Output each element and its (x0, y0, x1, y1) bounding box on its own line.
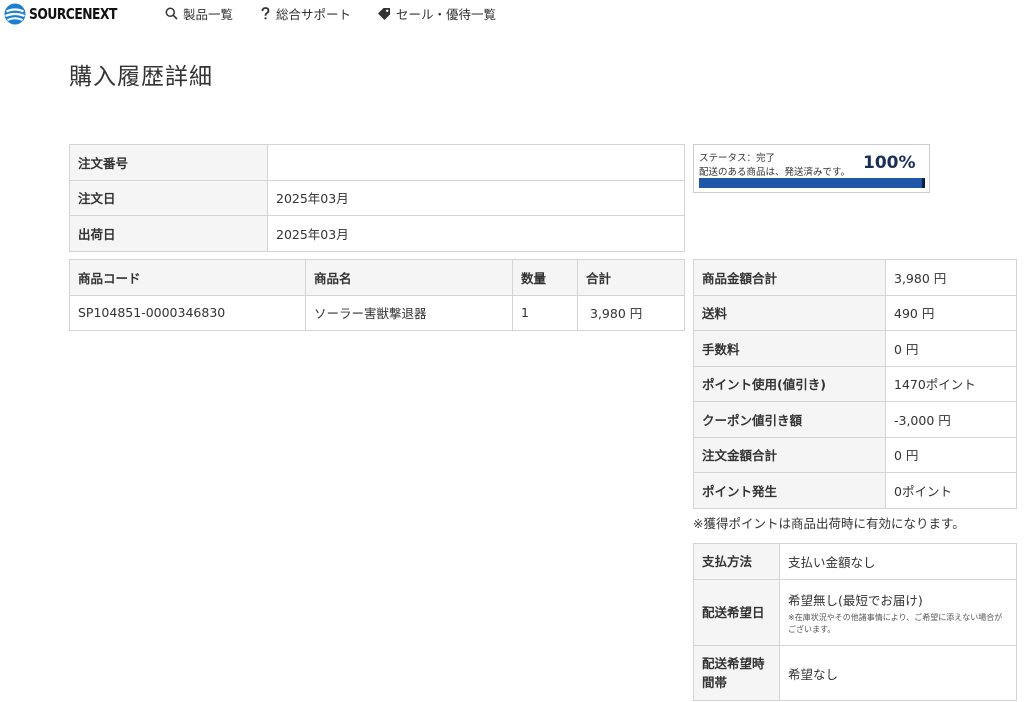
nav-sale-label: セール・優待一覧 (396, 6, 497, 22)
points-used-value: 1470ポイント (885, 365, 1017, 402)
points-earned-row: ポイント発生 0ポイント (693, 472, 1017, 509)
logo-text: SOURCENEXT (29, 5, 117, 23)
order-total-value: 0 円 (885, 436, 1017, 473)
status-text: ステータス：完了 (699, 153, 776, 164)
page-title: 購入履歴詳細 (69, 64, 213, 90)
order-date-label: 注文日 (69, 179, 268, 216)
status-progress-bar (699, 178, 925, 188)
points-note: ※獲得ポイントは商品出荷時に有効になります。 (693, 516, 965, 531)
shipping-value: 490 円 (885, 294, 1017, 331)
payment-method-row: 支払方法 支払い金額なし (693, 543, 1017, 580)
sourcenext-logo[interactable]: SOURCENEXT (4, 3, 136, 25)
order-number-label: 注文番号 (69, 144, 268, 181)
item-name: ソーラー害獣撃退器 (305, 294, 513, 331)
item-qty: 1 (512, 294, 578, 331)
delivery-time-label: 配送希望時間帯 (693, 645, 780, 701)
status-progress-fill (699, 178, 925, 188)
ship-date-label: 出荷日 (69, 215, 268, 252)
search-icon (165, 7, 178, 20)
order-info-table: 注文番号 注文日 2025年03月 出荷日 2025年03月 (69, 144, 685, 252)
nav-products-label: 製品一覧 (183, 6, 234, 22)
payment-method-value: 支払い金額なし (779, 543, 1017, 580)
shipping-row: 送料 490 円 (693, 294, 1017, 331)
item-total: 3,980 円 (577, 294, 685, 331)
status-detail: 配送のある商品は、発送済みです。 (699, 167, 851, 178)
payment-table: 支払方法 支払い金額なし 配送希望日 希望無し(最短でお届け) ※在庫状況やその… (693, 543, 1017, 701)
delivery-date-note: ※在庫状況やその他諸事情により、ご希望に添えない場合がございます。 (788, 612, 1003, 634)
delivery-time-value: 希望なし (779, 645, 1017, 701)
col-quantity: 数量 (512, 259, 578, 296)
coupon-label: クーポン値引き額 (693, 401, 886, 438)
items-table: 商品コード 商品名 数量 合計 SP104851-0000346830 ソーラー… (69, 259, 685, 331)
fee-label: 手数料 (693, 330, 886, 367)
subtotal-value: 3,980 円 (885, 259, 1017, 296)
order-total-row: 注文金額合計 0 円 (693, 436, 1017, 473)
tag-icon (377, 7, 391, 20)
order-date-row: 注文日 2025年03月 (69, 179, 685, 216)
site-header: SOURCENEXT 製品一覧 総合サポート セール・優待一覧 (0, 0, 1024, 28)
nav-products[interactable]: 製品一覧 (165, 4, 233, 22)
totals-table: 商品金額合計 3,980 円 送料 490 円 手数料 0 円 ポイント使用(値… (693, 259, 1017, 509)
nav-support[interactable]: 総合サポート (260, 4, 351, 22)
delivery-date-label: 配送希望日 (693, 579, 780, 646)
points-earned-label: ポイント発生 (693, 472, 886, 509)
order-total-label: 注文金額合計 (693, 436, 886, 473)
delivery-date-value: 希望無し(最短でお届け) (788, 592, 923, 608)
delivery-time-row: 配送希望時間帯 希望なし (693, 645, 1017, 701)
payment-method-label: 支払方法 (693, 543, 780, 580)
points-earned-value: 0ポイント (885, 472, 1017, 509)
delivery-date-cell: 希望無し(最短でお届け) ※在庫状況やその他諸事情により、ご希望に添えない場合が… (779, 579, 1017, 646)
col-total: 合計 (577, 259, 685, 296)
subtotal-row: 商品金額合計 3,980 円 (693, 259, 1017, 296)
ship-date-row: 出荷日 2025年03月 (69, 215, 685, 252)
ship-date-value: 2025年03月 (267, 215, 685, 252)
fee-row: 手数料 0 円 (693, 330, 1017, 367)
coupon-value: -3,000 円 (885, 401, 1017, 438)
delivery-date-row: 配送希望日 希望無し(最短でお届け) ※在庫状況やその他諸事情により、ご希望に添… (693, 579, 1017, 646)
logo-mark-icon (4, 3, 26, 25)
nav-sale[interactable]: セール・優待一覧 (377, 4, 496, 22)
points-used-row: ポイント使用(値引き) 1470ポイント (693, 365, 1017, 402)
col-product-name: 商品名 (305, 259, 513, 296)
item-code: SP104851-0000346830 (69, 294, 306, 331)
order-number-value (267, 144, 685, 181)
table-row: SP104851-0000346830 ソーラー害獣撃退器 1 3,980 円 (69, 294, 685, 331)
points-used-label: ポイント使用(値引き) (693, 365, 886, 402)
order-number-row: 注文番号 (69, 144, 685, 181)
order-date-value: 2025年03月 (267, 179, 685, 216)
items-header-row: 商品コード 商品名 数量 合計 (69, 259, 685, 296)
col-product-code: 商品コード (69, 259, 306, 296)
coupon-row: クーポン値引き額 -3,000 円 (693, 401, 1017, 438)
shipping-label: 送料 (693, 294, 886, 331)
subtotal-label: 商品金額合計 (693, 259, 886, 296)
question-icon (260, 6, 271, 20)
status-percent: 100% (863, 153, 916, 173)
order-status-box: ステータス：完了 配送のある商品は、発送済みです。 100% (693, 144, 930, 193)
fee-value: 0 円 (885, 330, 1017, 367)
nav-support-label: 総合サポート (276, 6, 352, 22)
